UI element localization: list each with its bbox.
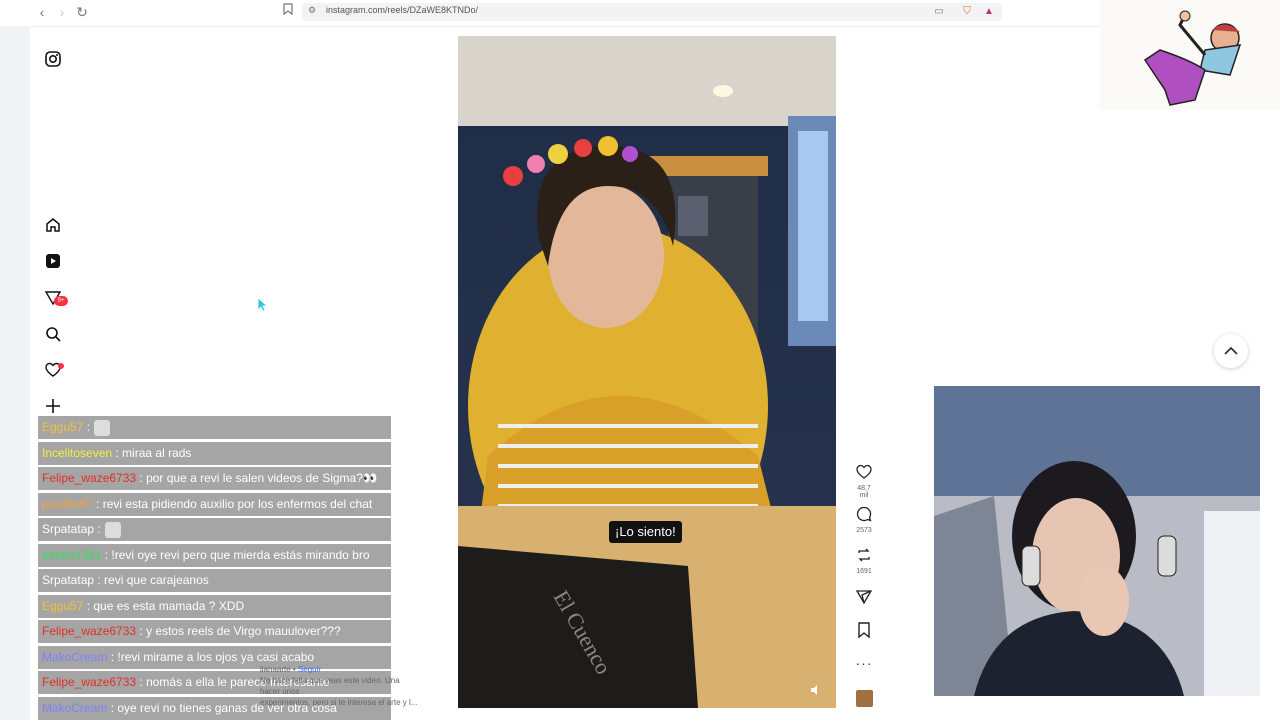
notifications-badge: 9+ xyxy=(54,296,68,306)
chat-text: : y estos reels de Virgo mauulover??? xyxy=(136,624,341,638)
volume-icon[interactable] xyxy=(810,683,822,701)
chat-message: Felipe_waze6733 : por que a revi le sale… xyxy=(38,467,391,490)
emote-icon xyxy=(94,419,111,436)
chat-text: : !revi oye revi pero que mierda estás m… xyxy=(101,547,370,562)
caption-author[interactable]: ilanaarte xyxy=(260,665,291,674)
browser-toolbar: ‹ › ↻ ⚙ instagram.com/reels/DZaWE8KTNDo/… xyxy=(0,0,1100,27)
follow-button[interactable]: Seguir xyxy=(298,665,321,674)
chat-username[interactable]: Felipe_waze6733 xyxy=(42,624,136,638)
chat-message: Srpatatap : xyxy=(38,518,391,541)
reload-button[interactable]: ↻ xyxy=(72,3,92,21)
search-icon[interactable] xyxy=(42,323,64,345)
chat-text: : revi que carajeanos xyxy=(94,573,209,587)
activity-dot xyxy=(58,363,64,369)
chat-username[interactable]: Srpatatap xyxy=(42,522,94,536)
rewards-icon[interactable]: ▲ xyxy=(982,5,996,19)
chat-username[interactable]: elmen1391 xyxy=(42,548,101,562)
caption-line: No hace falta que veas este video. Una xyxy=(260,676,400,685)
more-options-icon[interactable]: ··· xyxy=(852,655,876,671)
webcam-overlay xyxy=(934,386,1260,696)
emote-icon xyxy=(104,521,121,538)
chat-text: : que es esta mamada ? XDD xyxy=(83,598,245,613)
instagram-logo-icon[interactable] xyxy=(42,48,64,70)
comments-count: 2573 xyxy=(856,527,872,534)
chat-message: Incelitoseven : miraa al rads xyxy=(38,441,391,465)
repost-button[interactable]: 1691 xyxy=(852,547,876,575)
chat-username[interactable]: Felipe_waze6733 xyxy=(42,675,136,689)
chat-text: : !revi mirame a los ojos ya casi acabo xyxy=(107,649,315,664)
chat-username[interactable]: Eggu57 xyxy=(42,599,83,613)
chat-username[interactable]: Incelitoseven xyxy=(42,446,112,460)
reels-icon[interactable] xyxy=(42,250,64,272)
share-icon[interactable] xyxy=(852,589,876,610)
desktop-strip xyxy=(0,26,30,720)
home-icon[interactable] xyxy=(42,214,64,236)
site-settings-icon[interactable]: ⚙ xyxy=(308,5,316,16)
address-bar[interactable]: ⚙ instagram.com/reels/DZaWE8KTNDo/ ▭ ⛉ ▲ xyxy=(302,3,1002,21)
reel-video[interactable]: El Cuenco xyxy=(458,36,836,708)
chat-message: Srpatatap : revi que carajeanos xyxy=(38,569,391,592)
reposts-count: 1691 xyxy=(856,568,872,575)
chat-text: : xyxy=(94,522,101,536)
chat-text: : revi esta pidiendo auxilio por los enf… xyxy=(92,496,373,511)
chat-message: Eggu57 : que es esta mamada ? XDD xyxy=(38,594,391,618)
cast-icon[interactable]: ▭ xyxy=(932,5,946,19)
save-icon[interactable] xyxy=(852,622,876,643)
chat-text: : xyxy=(83,420,91,434)
reel-caption: ilanaarte • Seguir No hace falta que vea… xyxy=(260,664,440,708)
chat-message: elmen1391 : !revi oye revi pero que mier… xyxy=(38,543,391,567)
chat-text: : por que a revi le salen videos de Sigm… xyxy=(136,471,378,485)
bookmark-icon[interactable] xyxy=(278,3,298,21)
caption-line: experimentos, pero si te interesa el art… xyxy=(260,698,418,707)
chat-username[interactable]: pixulita67 xyxy=(42,497,93,511)
url-text: instagram.com/reels/DZaWE8KTNDo/ xyxy=(326,5,479,15)
like-button[interactable]: 48,7 mil xyxy=(852,464,876,499)
chat-message: Felipe_waze6733 : y estos reels de Virgo… xyxy=(38,620,391,643)
chat-text: : miraa al rads xyxy=(112,445,192,460)
scroll-up-button[interactable] xyxy=(1214,334,1248,368)
chat-username[interactable]: Eggu57 xyxy=(42,420,83,434)
chat-username[interactable]: Srpatatap xyxy=(42,573,94,587)
comment-button[interactable]: 2573 xyxy=(852,506,876,534)
likes-count: 48,7 mil xyxy=(857,485,871,499)
chat-message: Eggu57 : xyxy=(38,416,391,439)
caption-line: hacer unos xyxy=(260,687,300,696)
mascot-sticker xyxy=(1100,0,1280,110)
create-icon[interactable] xyxy=(42,395,64,417)
brave-shield-icon[interactable]: ⛉ xyxy=(960,5,974,19)
chat-username[interactable]: MakoCream xyxy=(42,701,107,715)
chat-message: pixulita67 : revi esta pidiendo auxilio … xyxy=(38,492,391,516)
chat-username[interactable]: Felipe_waze6733 xyxy=(42,471,136,485)
video-subtitle: ¡Lo siento! xyxy=(609,521,682,543)
forward-button[interactable]: › xyxy=(52,3,72,21)
back-button[interactable]: ‹ xyxy=(32,3,52,21)
mouse-cursor-icon xyxy=(257,297,269,317)
chat-username[interactable]: MakoCream xyxy=(42,650,107,664)
audio-thumbnail[interactable] xyxy=(856,690,873,707)
